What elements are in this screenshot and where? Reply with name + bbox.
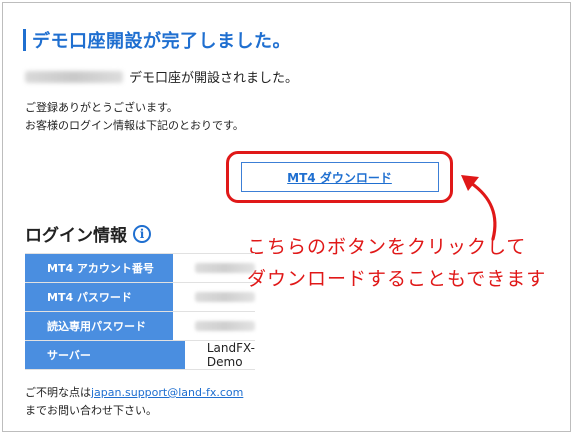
contact-footer: ご不明な点はjapan.support@land-fx.com までお問い合わせ…: [25, 384, 243, 420]
server-value: LandFX-Demo: [206, 341, 255, 369]
support-email-link[interactable]: japan.support@land-fx.com: [91, 386, 243, 399]
row-value: [173, 254, 255, 282]
table-row: サーバー LandFX-Demo: [25, 341, 255, 370]
account-created-text: デモ口座が開設されました。: [129, 71, 299, 86]
row-label: MT4 アカウント番号: [25, 254, 173, 282]
page-title-text: デモ口座開設が完了しました。: [32, 31, 291, 52]
login-info-table: MT4 アカウント番号 MT4 パスワード 読込専用パスワード サーバー Lan…: [25, 253, 255, 370]
table-row: MT4 アカウント番号: [25, 253, 255, 283]
contact-line-2: までお問い合わせ下さい。: [25, 404, 157, 417]
row-value: [173, 283, 255, 311]
intro-line-2: お客様のログイン情報は下記のとおりです。: [25, 119, 244, 132]
callout-line-2: ダウンロードすることもできます: [247, 268, 547, 290]
email-panel: デモ口座開設が完了しました。 デモ口座が開設されました。 ご登録ありがとうござい…: [2, 2, 571, 432]
blurred-password: [195, 292, 255, 302]
blurred-account-number: [195, 263, 255, 273]
row-label: 読込専用パスワード: [25, 312, 173, 340]
contact-line-1: ご不明な点はjapan.support@land-fx.com: [25, 384, 243, 402]
download-callout: こちらのボタンをクリックして ダウンロードすることもできます: [247, 231, 546, 295]
row-label: MT4 パスワード: [25, 283, 173, 311]
intro-line-1: ご登録ありがとうございます。: [25, 101, 178, 114]
callout-line-1: こちらのボタンをクリックして: [247, 236, 527, 258]
login-info-heading: ログイン情報 i: [25, 221, 151, 246]
row-value: [173, 312, 255, 340]
row-label: サーバー: [25, 341, 185, 369]
intro-paragraph: ご登録ありがとうございます。 お客様のログイン情報は下記のとおりです。: [25, 99, 244, 135]
contact-prefix: ご不明な点は: [25, 386, 91, 399]
info-icon[interactable]: i: [133, 224, 151, 243]
table-row: 読込専用パスワード: [25, 312, 255, 341]
table-row: MT4 パスワード: [25, 283, 255, 312]
blurred-readonly-password: [195, 321, 255, 331]
account-created-line: デモ口座が開設されました。: [25, 67, 298, 86]
mt4-download-button[interactable]: MT4 ダウンロード: [240, 162, 439, 192]
download-highlight-frame: MT4 ダウンロード: [226, 151, 453, 203]
login-info-heading-text: ログイン情報: [25, 226, 127, 246]
title-accent-bar: [23, 29, 26, 51]
blurred-user-name: [25, 70, 123, 83]
page-title: デモ口座開設が完了しました。: [23, 27, 291, 53]
